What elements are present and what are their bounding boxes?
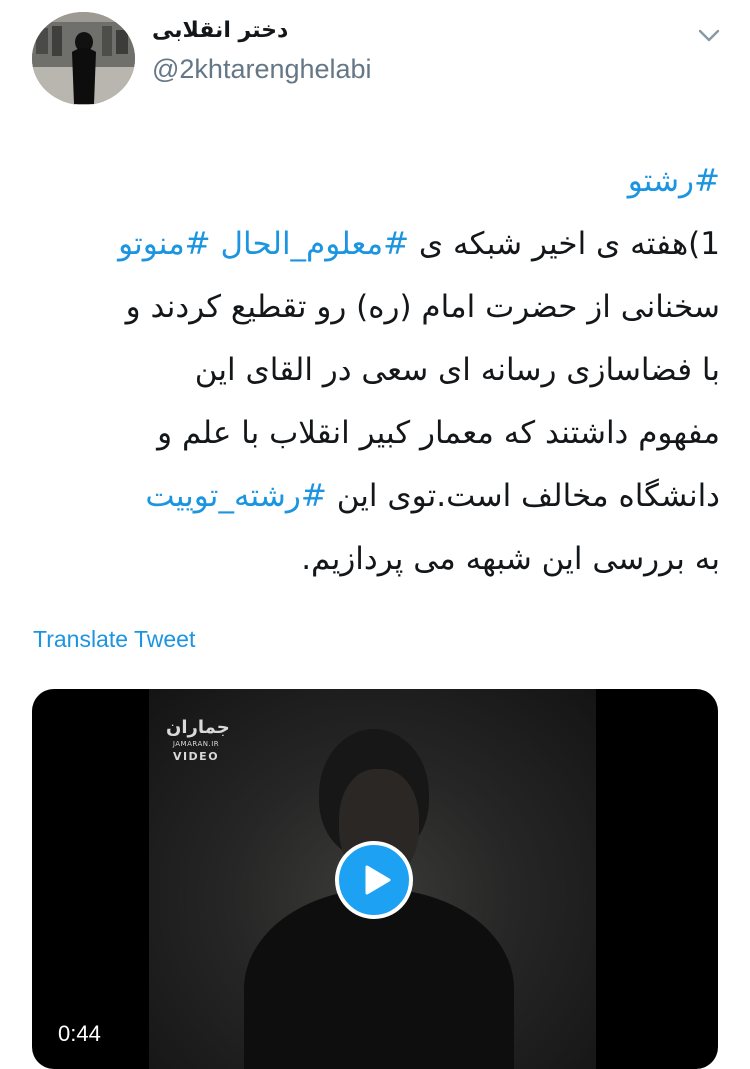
tweet-header: دختر انقلابی @2khtarenghelabi <box>0 0 750 120</box>
user-handle[interactable]: @2khtarenghelabi <box>152 54 372 85</box>
tweet-text-segment <box>211 226 221 262</box>
play-icon <box>365 865 391 895</box>
hashtag-link[interactable]: #رشته_توییت <box>145 478 326 514</box>
tweet-text-line: به بررسی این شبهه می پردازیم. <box>30 528 720 591</box>
tweet-text: #رشتو 1)هفته ی اخیر شبکه ی #معلوم_الحال #… <box>30 150 720 591</box>
hashtag-link[interactable]: #منوتو <box>118 226 211 262</box>
tweet-text-segment: سخنانی از حضرت امام (ره) رو تقطیع کردند … <box>125 289 720 325</box>
watermark-site: JAMARAN.IR <box>172 740 220 748</box>
display-name[interactable]: دختر انقلابی <box>152 18 288 43</box>
tweet-text-line: سخنانی از حضرت امام (ره) رو تقطیع کردند … <box>30 276 720 339</box>
avatar[interactable] <box>32 12 135 105</box>
watermark-video-label: VIDEO <box>172 750 220 763</box>
tweet-text-segment: دانشگاه مخالف است.توی این <box>326 478 720 514</box>
hashtag-link[interactable]: #رشتو <box>628 163 720 199</box>
chevron-down-icon[interactable] <box>696 22 722 48</box>
tweet-text-segment: به بررسی این شبهه می پردازیم. <box>301 541 720 577</box>
user-identity[interactable]: دختر انقلابی @2khtarenghelabi <box>150 18 750 88</box>
tweet-text-line: دانشگاه مخالف است.توی این #رشته_توییت <box>30 465 720 528</box>
play-button[interactable] <box>335 841 413 919</box>
tweet-text-line: 1)هفته ی اخیر شبکه ی #معلوم_الحال #منوتو <box>30 213 720 276</box>
tweet-text-line: مفهوم داشتند که معمار کبیر انقلاب با علم… <box>30 402 720 465</box>
video-player[interactable]: جماران JAMARAN.IR VIDEO 0:44 <box>32 689 718 1069</box>
hashtag-link[interactable]: #معلوم_الحال <box>221 226 410 262</box>
tweet-text-segment: مفهوم داشتند که معمار کبیر انقلاب با علم… <box>157 415 720 451</box>
tweet-text-line: با فضاسازی رسانه ای سعی در القای این <box>30 339 720 402</box>
tweet-text-line: #رشتو <box>30 150 720 213</box>
translate-tweet-link[interactable]: Translate Tweet <box>33 626 195 653</box>
tweet-text-segment: 1)هفته ی اخیر شبکه ی <box>409 226 720 262</box>
video-watermark: جماران JAMARAN.IR VIDEO <box>166 717 230 765</box>
watermark-logo: جماران <box>166 717 230 738</box>
tweet-text-segment: با فضاسازی رسانه ای سعی در القای این <box>194 352 720 388</box>
video-duration: 0:44 <box>58 1021 101 1046</box>
